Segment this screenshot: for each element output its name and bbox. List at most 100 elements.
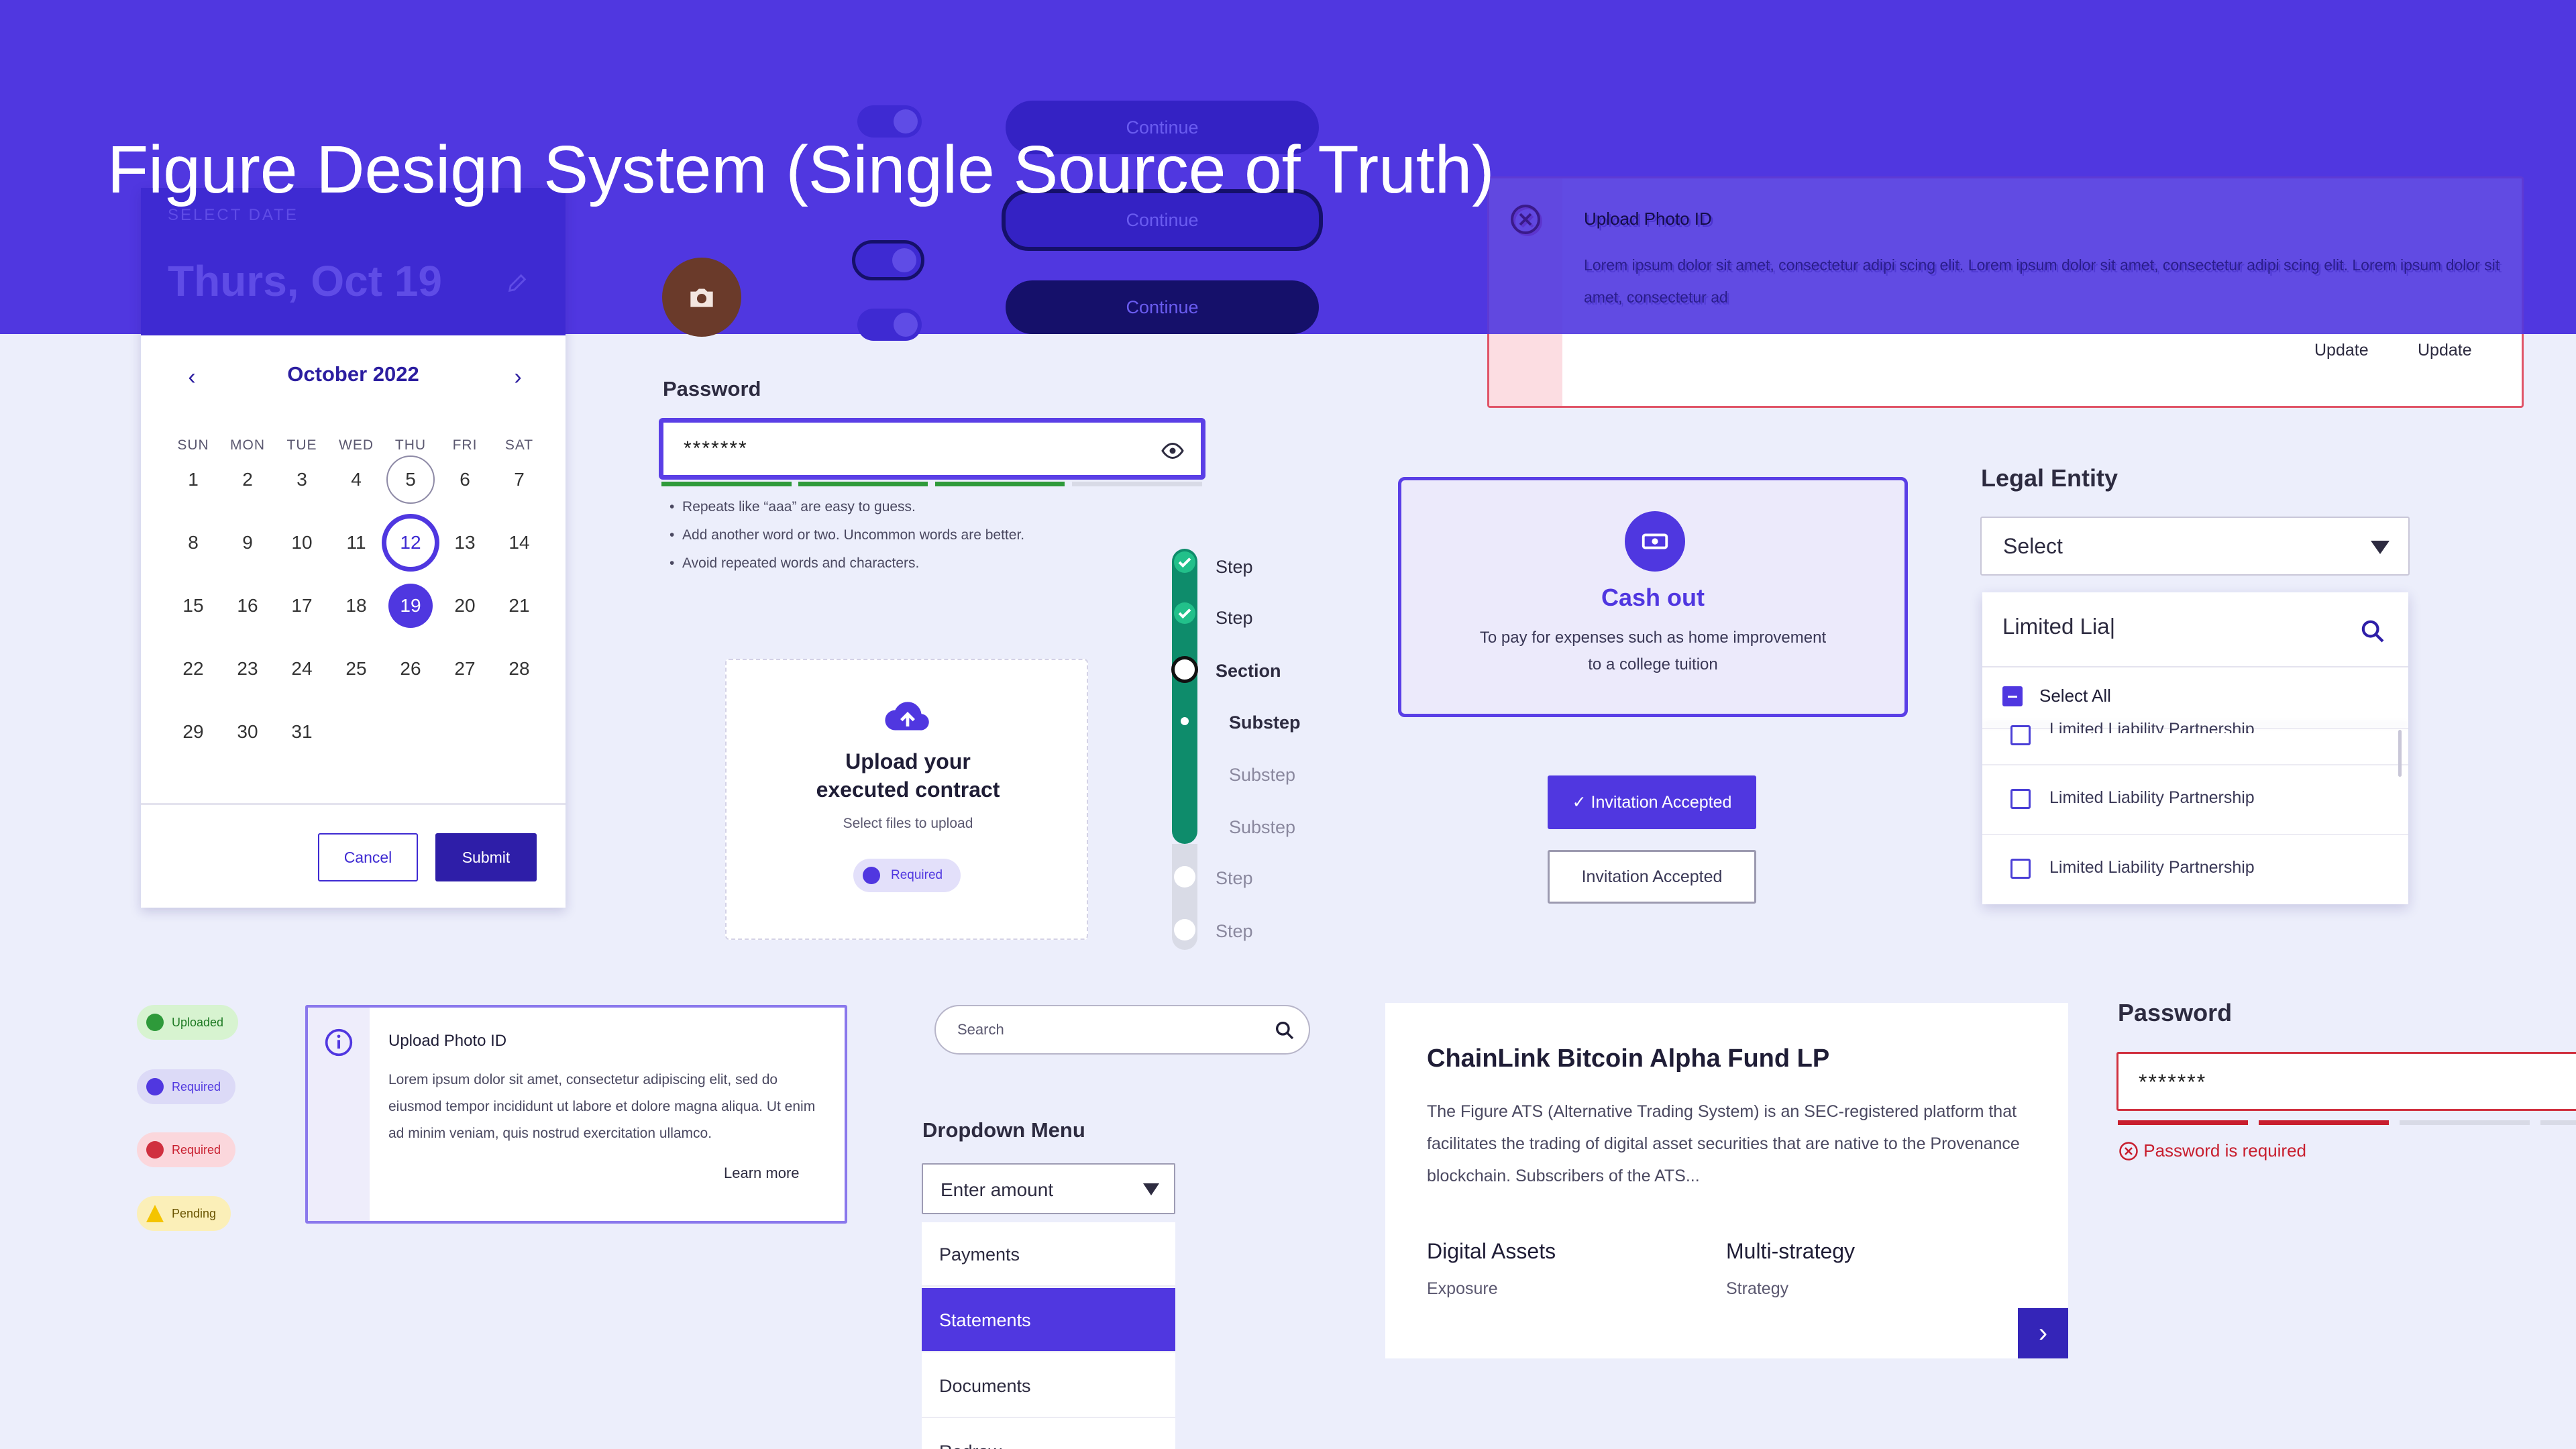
eye-icon[interactable]	[1161, 439, 1185, 463]
search-icon[interactable]	[1274, 1020, 1295, 1041]
calendar-day[interactable]: 11	[332, 519, 380, 567]
dropdown-item-payments[interactable]: Payments	[922, 1222, 1175, 1287]
calendar-day[interactable]: 4	[332, 455, 380, 504]
invitation-label: Invitation Accepted	[1591, 793, 1732, 812]
dropdown-item-redraw[interactable]: Redraw	[922, 1419, 1175, 1449]
amount-dropdown[interactable]: Enter amount	[922, 1163, 1175, 1214]
fund-card[interactable]: ChainLink Bitcoin Alpha Fund LP The Figu…	[1385, 1003, 2068, 1358]
search-input[interactable]: Search	[934, 1005, 1310, 1055]
dropdown-item-documents[interactable]: Documents	[922, 1354, 1175, 1418]
camera-icon	[690, 288, 713, 307]
calendar-day[interactable]: 7	[495, 455, 543, 504]
calendar-day[interactable]: 10	[278, 519, 326, 567]
calendar-day[interactable]: 1	[169, 455, 217, 504]
password-field-error[interactable]: *******	[2116, 1052, 2576, 1111]
dropdown-item-statements[interactable]: Statements	[922, 1288, 1175, 1352]
error-icon	[2119, 1142, 2138, 1161]
strength-bar	[2540, 1120, 2576, 1125]
step-label[interactable]: Step	[1216, 921, 1253, 942]
calendar-day[interactable]: 12	[382, 514, 439, 572]
toggle-knob	[892, 248, 916, 272]
camera-button[interactable]	[662, 258, 741, 337]
upload-title-line: executed contract	[816, 777, 1000, 802]
legal-entity-select[interactable]: Select	[1980, 517, 2410, 576]
password-field[interactable]: *******	[659, 418, 1205, 480]
calendar-day[interactable]: 13	[441, 519, 489, 567]
toggle-switch[interactable]	[857, 309, 922, 341]
calendar-day[interactable]: 3	[278, 455, 326, 504]
strength-bar	[2118, 1120, 2248, 1125]
step-label[interactable]: Step	[1216, 868, 1253, 889]
search-icon[interactable]	[2359, 618, 2386, 645]
substep-label[interactable]: Substep	[1229, 712, 1301, 733]
upload-dropzone[interactable]: Upload your executed contract Select fil…	[725, 659, 1088, 940]
toggle-knob	[894, 313, 918, 337]
calendar-day[interactable]: 2	[223, 455, 272, 504]
update-button[interactable]: Update	[2314, 341, 2369, 360]
calendar-day[interactable]: 19	[388, 584, 433, 628]
required-icon	[863, 867, 880, 884]
learn-more-link[interactable]: Learn more	[724, 1165, 800, 1182]
calendar-day[interactable]: 28	[495, 645, 543, 693]
calendar-day[interactable]: 16	[223, 582, 272, 630]
invitation-accepted-button[interactable]: ✓ Invitation Accepted	[1548, 775, 1756, 829]
weekday-label: SUN	[177, 437, 209, 453]
calendar-day[interactable]: 27	[441, 645, 489, 693]
substep-label[interactable]: Substep	[1229, 765, 1295, 786]
calendar-day[interactable]: 5	[386, 455, 435, 504]
calendar-day[interactable]: 20	[441, 582, 489, 630]
step-label[interactable]: Step	[1216, 557, 1253, 578]
cash-out-card[interactable]: Cash out To pay for expenses such as hom…	[1398, 477, 1908, 717]
calendar-day[interactable]: 8	[169, 519, 217, 567]
divider	[1982, 834, 2408, 835]
calendar-day[interactable]: 6	[441, 455, 489, 504]
calendar-day[interactable]: 9	[223, 519, 272, 567]
toggle-switch-focused[interactable]	[852, 240, 924, 280]
divider	[1982, 666, 2408, 667]
update-button[interactable]: Update	[2418, 341, 2472, 360]
option-checkbox[interactable]	[2010, 859, 2031, 879]
calendar-day[interactable]: 24	[278, 645, 326, 693]
option-label[interactable]: Limited Liability Partnership	[2049, 788, 2255, 808]
next-month-button[interactable]: ›	[504, 364, 531, 390]
calendar-day[interactable]: 29	[169, 708, 217, 756]
calendar-day[interactable]: 31	[278, 708, 326, 756]
strength-bar	[2259, 1120, 2389, 1125]
submit-button[interactable]: Submit	[435, 833, 537, 881]
invitation-accepted-outline-button[interactable]: Invitation Accepted	[1548, 850, 1756, 904]
step-label[interactable]: Step	[1216, 608, 1253, 629]
calendar-day[interactable]: 22	[169, 645, 217, 693]
password-hint: • Repeats like “aaa” are easy to guess.	[669, 499, 916, 515]
calendar-day[interactable]: 18	[332, 582, 380, 630]
current-step-dot	[1171, 656, 1198, 683]
continue-button-pressed[interactable]: Continue	[1006, 280, 1319, 334]
calendar-day[interactable]: 15	[169, 582, 217, 630]
chevron-right-icon[interactable]: ›	[2018, 1308, 2068, 1358]
calendar-day[interactable]: 21	[495, 582, 543, 630]
option-label[interactable]: Limited Liability Partnership	[2049, 858, 2255, 877]
option-checkbox[interactable]	[2010, 789, 2031, 809]
substep-label[interactable]: Substep	[1229, 817, 1295, 838]
option-checkbox[interactable]	[2010, 725, 2031, 745]
info-icon	[325, 1028, 353, 1057]
legal-entity-popover: Limited Lia| Select All Limited Liabilit…	[1982, 592, 2408, 904]
option-label[interactable]: Limited Liability Partnership	[2049, 720, 2255, 733]
required-badge: Required	[853, 859, 961, 892]
pencil-icon[interactable]	[506, 272, 529, 294]
calendar-day[interactable]: 23	[223, 645, 272, 693]
select-all-checkbox[interactable]	[2002, 686, 2023, 706]
scrollbar[interactable]	[2398, 730, 2402, 777]
calendar-day[interactable]: 26	[386, 645, 435, 693]
caret-down-icon	[2371, 541, 2390, 554]
dropdown-label: Dropdown Menu	[922, 1118, 1085, 1142]
calendar-day[interactable]: 14	[495, 519, 543, 567]
calendar-day[interactable]: 30	[223, 708, 272, 756]
calendar-day[interactable]: 25	[332, 645, 380, 693]
section-label[interactable]: Section	[1216, 661, 1281, 682]
upload-subtitle: Select files to upload	[843, 816, 973, 831]
legal-entity-search-input[interactable]: Limited Lia|	[2002, 614, 2115, 639]
dropdown-value: Enter amount	[941, 1179, 1054, 1200]
cancel-button[interactable]: Cancel	[318, 833, 418, 881]
text-cursor: |	[2109, 614, 2116, 639]
calendar-day[interactable]: 17	[278, 582, 326, 630]
